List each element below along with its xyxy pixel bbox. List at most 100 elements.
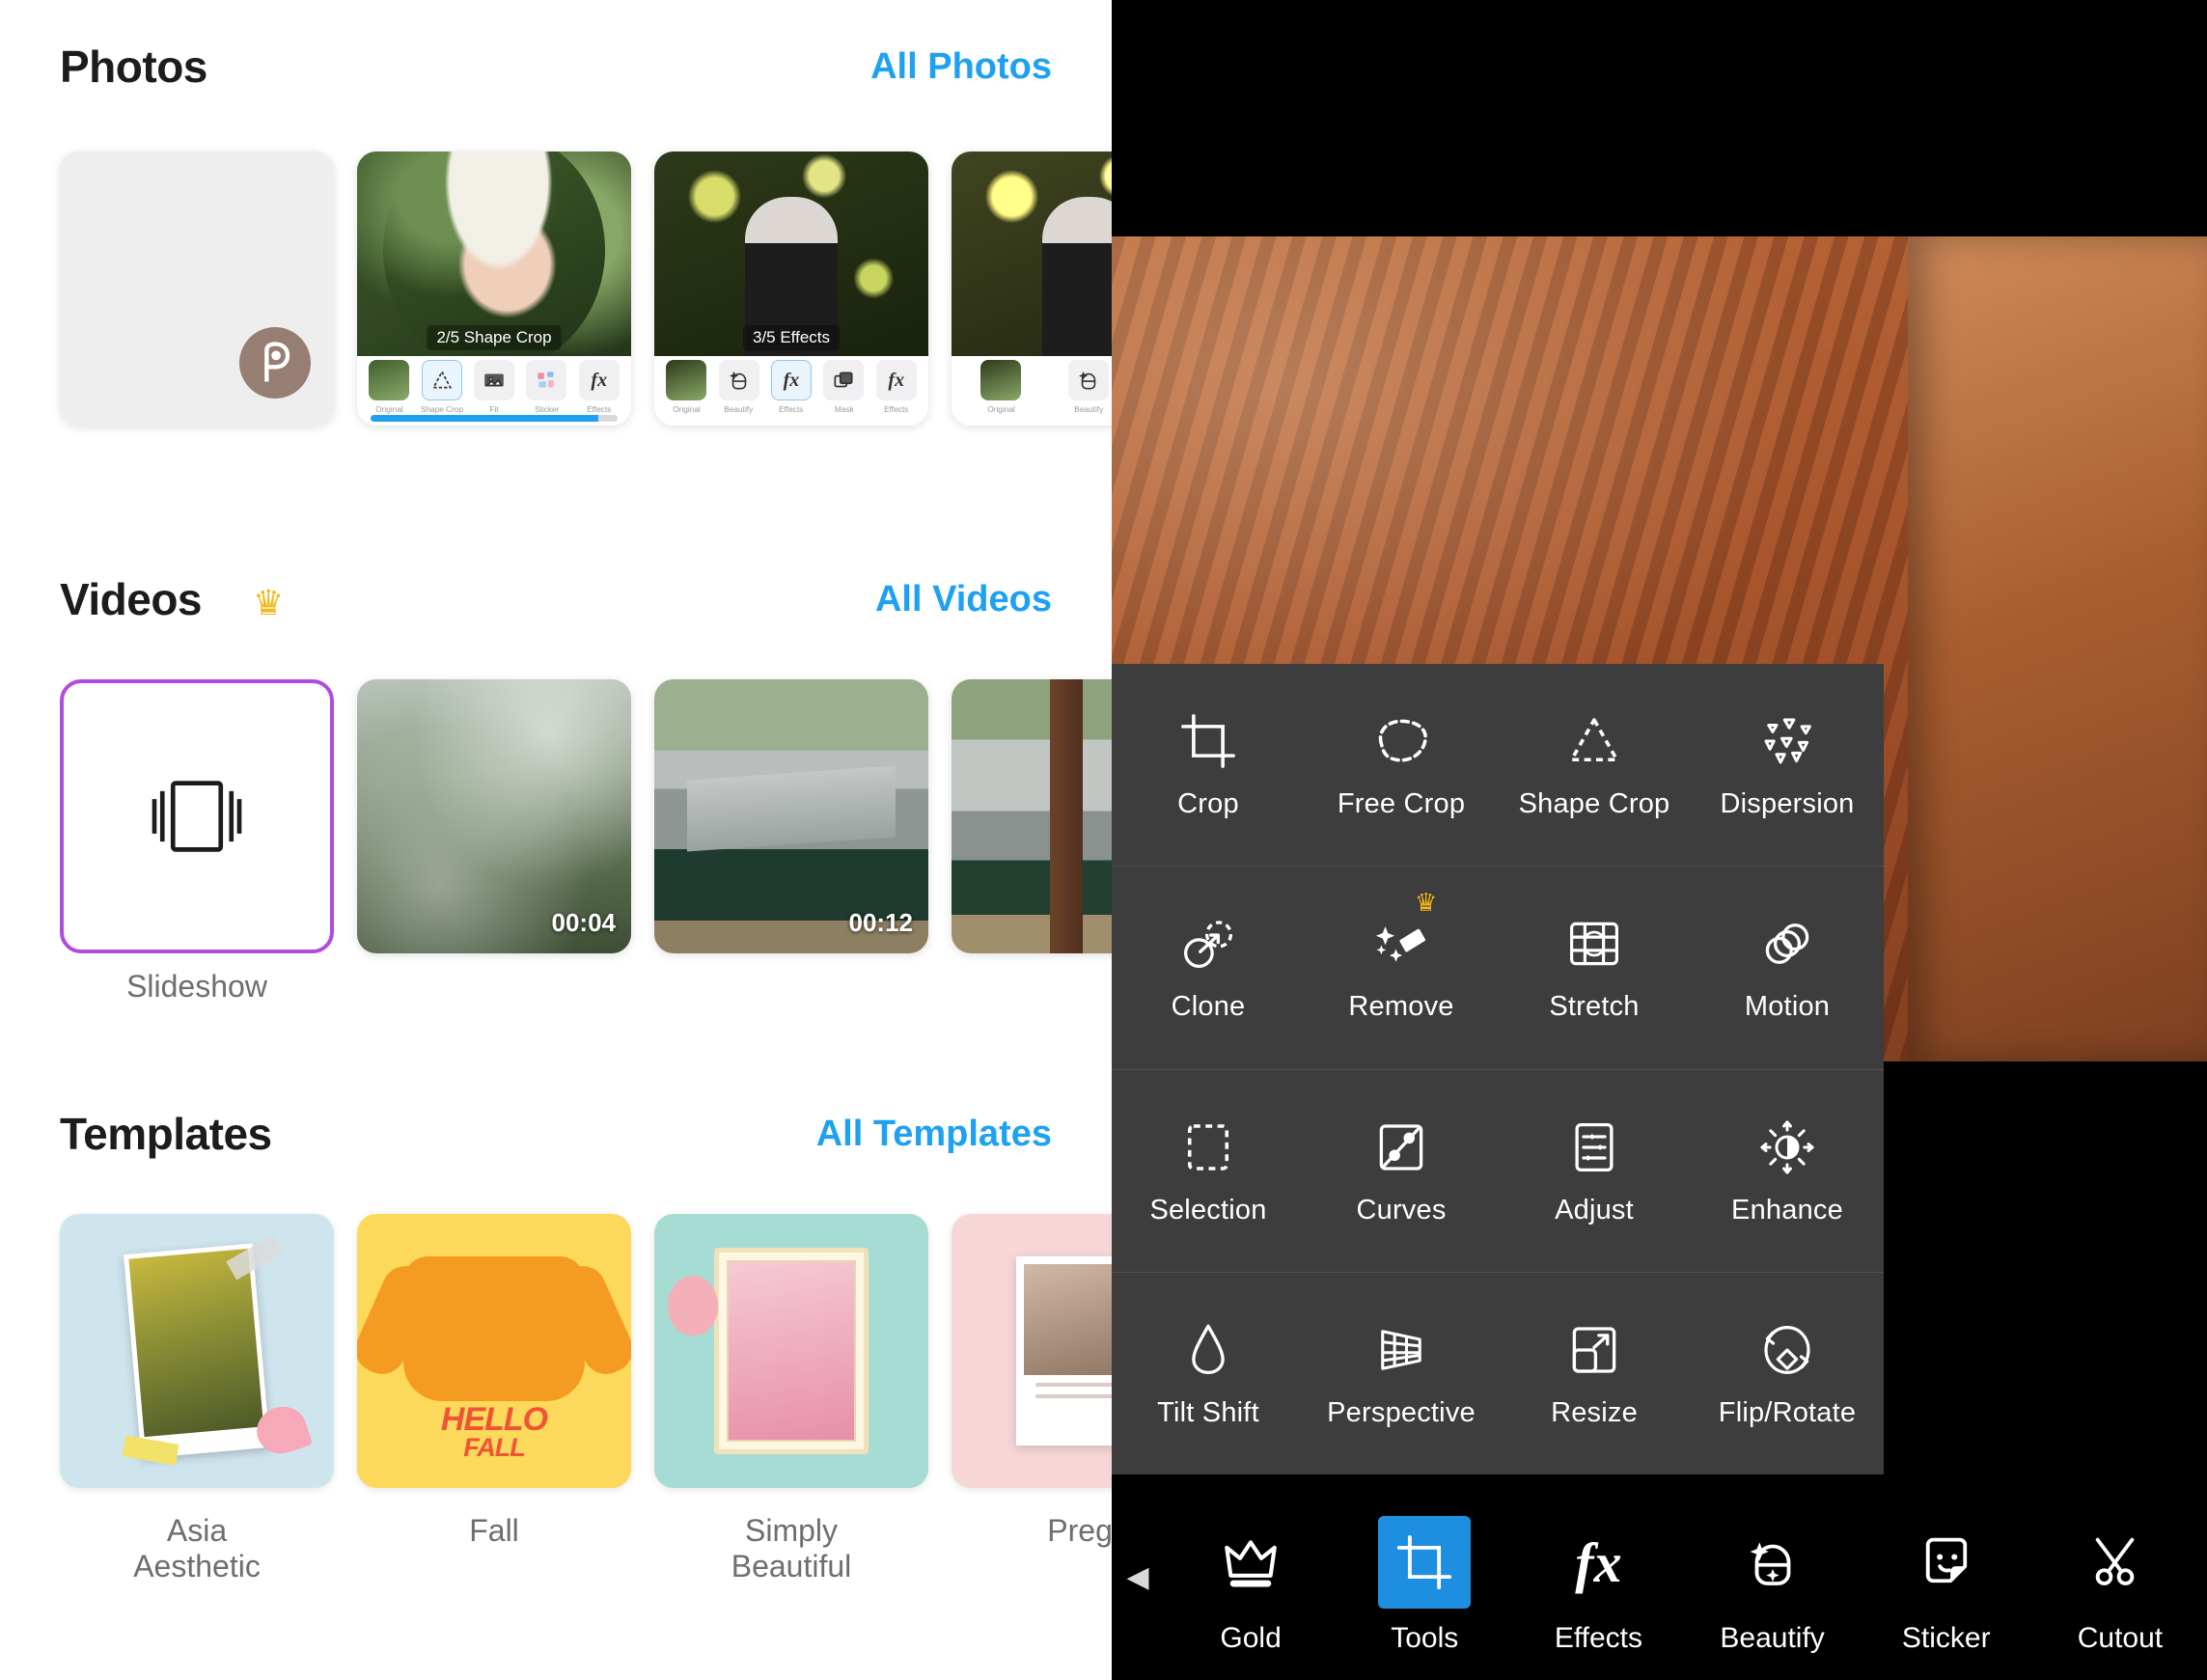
preview-tool-beautify[interactable]: Beautify [1067,360,1110,414]
preview-tool-beautify[interactable]: Beautify [718,360,760,414]
tools-panel[interactable]: Crop Free Crop Shape Crop Dispersion Clo… [1112,664,1884,1474]
preview-tool-sticker[interactable]: Sticker [525,360,567,414]
tool-tilt-shift[interactable]: Tilt Shift [1112,1273,1305,1474]
photo-editor-preview-card[interactable]: 2/5 Shape Crop Original Shape Crop Fit S… [357,151,631,426]
tool-label: Enhance [1731,1194,1843,1226]
template-caption: Simply Beautiful [731,1513,852,1584]
nav-label: Tools [1391,1622,1459,1654]
preview-tool-shape-crop[interactable]: Shape Crop [420,360,463,414]
selection-icon [1176,1115,1240,1179]
thumbnail-icon [666,360,707,400]
tool-enhance[interactable]: Enhance [1691,1070,1884,1272]
preview-toolbar[interactable]: Original Beautify fx [654,356,928,426]
nav-item-sticker[interactable]: Sticker [1860,1516,2033,1655]
blob-decoration [668,1276,718,1336]
preview-tool-label: Beautify [724,404,754,414]
preview-tool-effects[interactable]: fx Effects [770,360,813,414]
tool-label: Adjust [1555,1194,1634,1226]
tool-shape-crop[interactable]: Shape Crop [1498,664,1691,866]
foreground-brush [1975,928,2178,1044]
template-card[interactable]: HELLO FALL [357,1214,631,1488]
nav-item-gold[interactable]: Gold [1164,1516,1338,1655]
tool-crop[interactable]: Crop [1112,664,1305,866]
all-photos-link[interactable]: All Photos [870,46,1052,88]
tool-label: Selection [1149,1194,1267,1226]
tool-remove[interactable]: ♛ Remove [1305,867,1498,1068]
resize-icon [1562,1318,1626,1382]
template-art [403,1256,585,1402]
photo-card[interactable] [60,151,334,426]
video-card[interactable]: 00:04 [357,679,631,953]
templates-section-title: Templates [60,1109,272,1159]
all-videos-link[interactable]: All Videos [875,579,1052,620]
tool-free-crop[interactable]: Free Crop [1305,664,1498,866]
tool-label: Free Crop [1337,788,1466,820]
curves-icon [1369,1115,1433,1179]
tool-adjust[interactable]: Adjust [1498,1070,1691,1272]
crop-icon [1176,709,1240,773]
tool-curves[interactable]: Curves [1305,1070,1498,1272]
preview-tool-mask[interactable]: Mask [822,360,865,414]
preview-tool-label: Effects [779,404,804,414]
nav-item-beautify[interactable]: Beautify [1686,1516,1860,1655]
videos-section-header: Videos ♛ All Videos [60,573,1052,643]
preview-tool-original[interactable]: Original [979,360,1022,414]
tool-selection[interactable]: Selection [1112,1070,1305,1272]
video-foreground-post [1050,679,1084,953]
tool-dispersion[interactable]: Dispersion [1691,664,1884,866]
shape-crop-icon [421,360,462,400]
photo-editor-preview-card[interactable]: 3/5 Effects Original Beautify fx Effects… [654,151,928,426]
tool-perspective[interactable]: Perspective [1305,1273,1498,1474]
all-templates-link[interactable]: All Templates [816,1114,1052,1155]
preview-tool-effects[interactable]: fx Effects [578,360,621,414]
preview-tool-original[interactable]: Original [368,360,410,414]
preview-tool-label: Fit [489,404,499,414]
template-card[interactable] [654,1214,928,1488]
tool-resize[interactable]: Resize [1498,1273,1691,1474]
thumbnail-icon [369,360,410,400]
video-duration: 00:12 [848,908,914,937]
tool-label: Crop [1177,788,1239,820]
template-card[interactable] [60,1214,334,1488]
videos-row[interactable]: Slideshow 00:04 00:12 [60,679,1112,1004]
nav-item-tools[interactable]: Tools [1338,1516,1511,1655]
nav-item-effects[interactable]: fx Effects [1511,1516,1685,1655]
template-caption: Pregn [1047,1513,1112,1548]
preview-step-badge: 3/5 Effects [742,325,841,350]
nav-item-cutout[interactable]: Cutout [2033,1516,2207,1655]
slideshow-icon [152,781,242,852]
templates-section-header: Templates All Templates [60,1108,1052,1177]
fall-text: FALL [463,1433,526,1463]
tool-label: Perspective [1327,1396,1476,1428]
tool-stretch[interactable]: Stretch [1498,867,1691,1068]
preview-tool-effects-2[interactable]: fx Effects [875,360,918,414]
nav-back-arrow-icon[interactable]: ◀ [1112,1560,1164,1594]
tool-motion[interactable]: Motion [1691,867,1884,1068]
scissors-icon [2074,1516,2166,1609]
tool-clone[interactable]: Clone [1112,867,1305,1068]
preview-progress-bar [371,415,618,422]
nav-label: Gold [1220,1622,1282,1654]
photo-editor-preview-card[interactable]: 5/5 Effects Original [952,151,1112,426]
video-card[interactable] [952,679,1112,953]
nav-label: Effects [1554,1622,1643,1654]
tool-flip-rotate[interactable]: Flip/Rotate [1691,1273,1884,1474]
photos-row[interactable]: 2/5 Shape Crop Original Shape Crop Fit S… [60,151,1112,426]
preview-tool-original[interactable]: Original [665,360,707,414]
preview-tool-fit[interactable]: Fit [473,360,515,414]
editor-bottom-nav[interactable]: ◀ Gold Tools fx Effects Beautify Sticker… [1112,1491,2207,1680]
fx-icon: fx [875,360,917,400]
template-card[interactable] [952,1214,1112,1488]
template-caption: Fall [469,1513,519,1548]
preview-toolbar[interactable]: Original Beautify fx [952,356,1112,426]
template-art [714,1248,869,1454]
crown-icon: ♛ [1415,888,1438,918]
tools-row: Clone ♛ Remove Stretch Motion [1112,867,1884,1070]
templates-row[interactable]: HELLO FALL [60,1214,1112,1488]
crown-icon [1204,1516,1297,1609]
photos-section-title: Photos [60,41,207,92]
video-card[interactable]: 00:12 [654,679,928,953]
preview-tool-label: Beautify [1074,404,1103,414]
slideshow-card[interactable] [60,679,334,953]
remove-icon [1369,912,1433,976]
